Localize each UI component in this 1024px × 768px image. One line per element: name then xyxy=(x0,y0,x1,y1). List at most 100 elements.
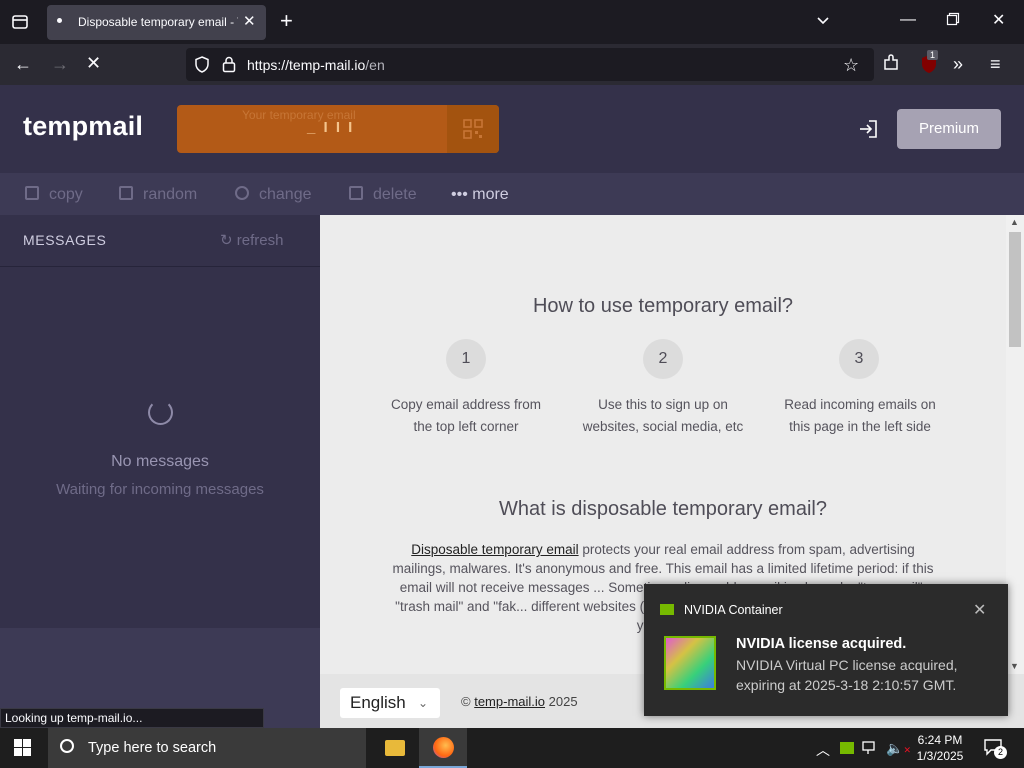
site-logo[interactable]: tempmail xyxy=(23,111,143,142)
file-explorer-icon[interactable] xyxy=(371,728,419,768)
step-1-text: Copy email address from the top left cor… xyxy=(390,397,542,434)
refresh-button[interactable]: ↻ refresh xyxy=(220,231,283,249)
taskbar-search-box[interactable]: Type here to search xyxy=(48,728,366,768)
notification-count: 2 xyxy=(994,746,1007,759)
tab-title: Disposable temporary email - T xyxy=(78,15,238,29)
login-icon[interactable] xyxy=(858,119,878,144)
empty-state-title: No messages xyxy=(111,453,209,470)
qr-code-icon xyxy=(463,119,483,144)
windows-taskbar: Type here to search ︿ 🔈✕ 6:24 PM 1/3/202… xyxy=(0,728,1024,768)
firefox-icon[interactable] xyxy=(419,728,467,768)
temporary-email-field[interactable]: Your temporary email _ I I I xyxy=(177,105,499,153)
search-placeholder: Type here to search xyxy=(88,740,217,756)
restore-icon[interactable] xyxy=(946,12,960,32)
step-3-text: Read incoming emails on this page in the… xyxy=(784,397,936,434)
tab-loading-icon xyxy=(57,18,62,23)
notification-close-icon[interactable]: ✕ xyxy=(973,600,986,620)
email-toolbar: copy random change delete ••• more xyxy=(0,173,1024,215)
close-window-icon[interactable]: ✕ xyxy=(992,11,1005,31)
how-to-heading: How to use temporary email? xyxy=(532,295,794,317)
toast-notification[interactable]: NVIDIA Container ✕ NVIDIA license acquir… xyxy=(644,584,1008,716)
action-center-icon[interactable]: 2 xyxy=(983,738,1007,759)
navigation-bar: ← → ✕ https://temp-mail.io/en ☆ 1 » ≡ xyxy=(0,44,1024,85)
url-host: https://temp-mail.io xyxy=(247,57,366,73)
messages-header: MESSAGES ↻ refresh xyxy=(0,215,320,267)
step-2-number: 2 xyxy=(643,339,683,379)
random-button[interactable]: random xyxy=(119,186,197,204)
active-tab[interactable]: Disposable temporary email - T ✕ xyxy=(47,5,266,40)
random-icon xyxy=(119,186,133,200)
bookmark-star-icon[interactable]: ☆ xyxy=(843,55,859,76)
hamburger-menu-icon[interactable]: ≡ xyxy=(990,54,1001,74)
change-icon xyxy=(235,186,249,200)
volume-muted-icon[interactable]: 🔈✕ xyxy=(886,740,911,757)
page-scrollbar[interactable]: ▲ ▼ xyxy=(1006,215,1024,674)
extension-badge: 1 xyxy=(927,50,939,60)
url-bar[interactable]: https://temp-mail.io/en ☆ xyxy=(186,48,874,81)
stop-loading-icon[interactable]: ✕ xyxy=(86,53,101,73)
refresh-label: refresh xyxy=(236,232,284,249)
copyright: © temp-mail.io 2025 xyxy=(461,694,578,709)
step-3-number: 3 xyxy=(839,339,879,379)
notification-app-name: NVIDIA Container xyxy=(684,603,783,617)
new-tab-icon[interactable]: + xyxy=(280,10,293,32)
refresh-icon: ↻ xyxy=(220,232,237,249)
browser-tab-bar: Disposable temporary email - T ✕ + — ✕ xyxy=(0,0,1024,44)
tray-overflow-icon[interactable]: ︿ xyxy=(816,740,830,760)
what-is-heading: What is disposable temporary email? xyxy=(499,498,827,520)
forward-icon[interactable]: → xyxy=(51,54,69,74)
extensions-icon[interactable] xyxy=(882,54,900,78)
delete-button[interactable]: delete xyxy=(349,186,417,204)
step-1-number: 1 xyxy=(446,339,486,379)
random-label: random xyxy=(143,186,198,203)
search-icon xyxy=(60,739,74,753)
step-2-text: Use this to sign up on websites, social … xyxy=(582,397,744,434)
chevron-down-icon[interactable] xyxy=(815,12,831,34)
delete-label: delete xyxy=(373,186,417,203)
notification-body: NVIDIA Virtual PC license acquired, expi… xyxy=(736,657,958,693)
trash-icon xyxy=(349,186,363,200)
browser-status-text: Looking up temp-mail.io... xyxy=(0,708,264,728)
url-text[interactable]: https://temp-mail.io/en xyxy=(247,57,385,73)
qr-code-button[interactable] xyxy=(447,105,499,153)
copy-button[interactable]: copy xyxy=(25,186,83,204)
copy-label: copy xyxy=(49,186,83,203)
scroll-up-icon[interactable]: ▲ xyxy=(1010,217,1019,227)
windows-start-icon[interactable] xyxy=(14,739,32,757)
loading-spinner-icon xyxy=(148,400,173,425)
back-icon[interactable]: ← xyxy=(14,54,32,74)
ublock-icon[interactable]: 1 xyxy=(920,50,939,74)
url-path: /en xyxy=(365,57,385,73)
messages-sidebar: MESSAGES ↻ refresh No messages Waiting f… xyxy=(0,215,320,628)
minimize-icon[interactable]: — xyxy=(900,10,916,30)
clock-date: 1/3/2025 xyxy=(916,749,964,763)
system-clock[interactable]: 6:24 PM 1/3/2025 xyxy=(912,732,968,764)
tab-close-icon[interactable]: ✕ xyxy=(243,12,256,30)
tab-list-icon[interactable] xyxy=(10,12,30,38)
overflow-menu-icon[interactable]: » xyxy=(953,54,963,74)
shield-icon[interactable] xyxy=(194,56,210,78)
clock-time: 6:24 PM xyxy=(917,733,963,747)
network-icon[interactable] xyxy=(862,740,878,759)
language-select[interactable]: English ⌄ xyxy=(340,688,440,718)
disposable-email-link[interactable]: Disposable temporary email xyxy=(411,542,578,557)
scrollbar-thumb[interactable] xyxy=(1009,232,1021,347)
email-loading-indicator: _ I I I xyxy=(307,119,355,136)
premium-button[interactable]: Premium xyxy=(897,109,1001,149)
gpu-chip-icon xyxy=(664,636,716,690)
empty-state-subtitle: Waiting for incoming messages xyxy=(56,481,264,498)
lock-icon[interactable] xyxy=(222,56,236,78)
scroll-down-icon[interactable]: ▼ xyxy=(1010,661,1019,671)
change-button[interactable]: change xyxy=(235,186,312,204)
language-value: English xyxy=(350,693,406,712)
site-header: tempmail Your temporary email _ I I I Pr… xyxy=(0,85,1024,173)
copyright-symbol: © xyxy=(461,694,471,709)
more-button[interactable]: ••• more xyxy=(451,186,509,204)
copyright-year: 2025 xyxy=(548,694,578,709)
notification-title: NVIDIA license acquired. xyxy=(736,636,907,652)
nvidia-tray-icon[interactable] xyxy=(840,742,854,754)
messages-title: MESSAGES xyxy=(23,232,107,248)
site-link[interactable]: temp-mail.io xyxy=(474,694,545,709)
copy-icon xyxy=(25,186,39,200)
chevron-down-icon: ⌄ xyxy=(418,696,429,710)
